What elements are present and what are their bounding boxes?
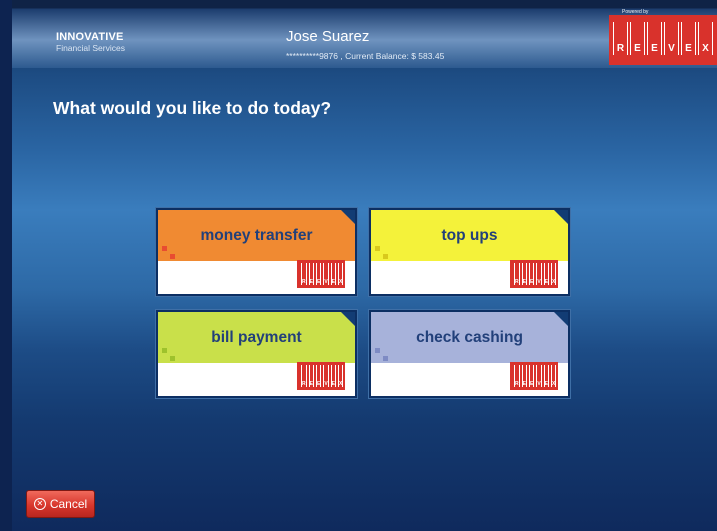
tile-label: top ups [441,227,498,244]
screen-bezel [0,0,12,531]
brand-name: INNOVATIVE [56,31,124,43]
reevex-mini-logo: REEVEX [297,260,345,288]
logo-letter: E [647,22,662,55]
logo-letter: E [681,22,696,55]
page-title: What would you like to do today? [53,98,332,118]
bill-payment-button[interactable]: bill payment REEVEX [158,312,355,396]
cancel-label: Cancel [49,497,88,511]
top-ups-button[interactable]: top ups REEVEX [371,210,568,294]
account-balance-line: **********9876 , Current Balance: $ 583.… [286,51,445,61]
tile-label: money transfer [200,227,313,244]
brand: INNOVATIVE Financial Services [56,31,125,53]
brand-subtitle: Financial Services [56,43,125,53]
money-transfer-button[interactable]: money transfer REEVEX [158,210,355,294]
reevex-logo: R E E V E X [609,15,717,65]
header-bar: INNOVATIVE Financial Services Jose Suare… [12,0,717,68]
reevex-mini-logo: REEVEX [510,362,558,390]
user-name: Jose Suarez [286,28,370,45]
tile-label: check cashing [416,329,523,346]
logo-letter: E [630,22,645,55]
tile-label: bill payment [211,329,302,346]
logo-letter: X [698,22,713,55]
close-circle-icon: ✕ [33,498,46,510]
kiosk-screen: INNOVATIVE Financial Services Jose Suare… [12,0,717,531]
logo-letter: V [664,22,679,55]
cancel-button[interactable]: ✕ Cancel [26,490,95,518]
check-cashing-button[interactable]: check cashing REEVEX [371,312,568,396]
logo-letter: R [613,22,628,55]
reevex-mini-logo: REEVEX [510,260,558,288]
reevex-mini-logo: REEVEX [297,362,345,390]
